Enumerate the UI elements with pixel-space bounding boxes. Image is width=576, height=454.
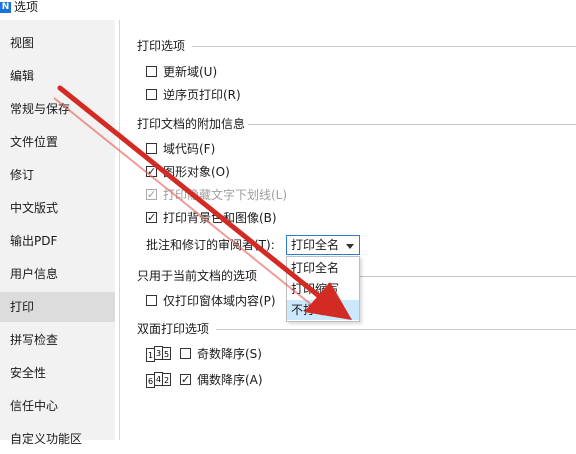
group-divider bbox=[360, 276, 576, 277]
even-descending-checkbox[interactable] bbox=[180, 371, 191, 389]
sidebar-item-trust-center[interactable]: 信任中心 bbox=[0, 391, 115, 421]
app-icon: N bbox=[0, 2, 11, 13]
drawing-objects-checkbox[interactable] bbox=[146, 163, 157, 181]
window-title: 选项 bbox=[14, 0, 39, 14]
dropdown-option-full-name[interactable]: 打印全名 bbox=[287, 258, 359, 278]
reviewer-select-value: 打印全名 bbox=[291, 238, 340, 252]
sidebar-item-spell-check[interactable]: 拼写检查 bbox=[0, 325, 115, 355]
group-title-duplex: 双面打印选项 bbox=[137, 322, 210, 336]
svg-text:3: 3 bbox=[156, 349, 161, 358]
svg-text:6: 6 bbox=[148, 377, 153, 386]
group-title-print-options: 打印选项 bbox=[137, 39, 186, 53]
dropdown-option-no-print[interactable]: 不打印 bbox=[287, 300, 359, 320]
reviewer-dropdown-list: 打印全名 打印缩写 不打印 bbox=[286, 256, 360, 322]
print-settings-panel: 打印选项 更新域(U) 逆序页打印(R) 打印文档的附加信息 域代码(F) 图形… bbox=[120, 20, 576, 440]
reverse-order-checkbox[interactable] bbox=[146, 89, 157, 100]
drawing-objects-label: 图形对象(O) bbox=[163, 165, 230, 179]
sidebar-item-view[interactable]: 视图 bbox=[0, 28, 115, 58]
sidebar-item-print[interactable]: 打印 bbox=[0, 292, 115, 322]
form-data-only-checkbox[interactable] bbox=[146, 295, 157, 306]
dropdown-option-initials[interactable]: 打印缩写 bbox=[287, 279, 359, 299]
reverse-order-label: 逆序页打印(R) bbox=[163, 88, 241, 102]
sidebar: 视图 编辑 常规与保存 文件位置 修订 中文版式 输出PDF 用户信息 打印 拼… bbox=[0, 20, 115, 446]
group-divider bbox=[248, 124, 576, 125]
reviewer-select[interactable]: 打印全名 bbox=[286, 235, 360, 255]
svg-text:4: 4 bbox=[156, 375, 161, 384]
sidebar-item-chinese-layout[interactable]: 中文版式 bbox=[0, 193, 115, 223]
hidden-text-underline-checkbox bbox=[146, 186, 157, 204]
group-title-doc-info: 打印文档的附加信息 bbox=[137, 117, 246, 131]
form-data-only-label: 仅打印窗体域内容(P) bbox=[163, 294, 276, 308]
update-fields-label: 更新域(U) bbox=[163, 65, 218, 79]
odd-descending-checkbox[interactable] bbox=[180, 348, 191, 359]
sidebar-item-general-save[interactable]: 常规与保存 bbox=[0, 94, 115, 124]
svg-text:5: 5 bbox=[164, 350, 169, 359]
print-background-checkbox[interactable] bbox=[146, 209, 157, 227]
title-bar: N 选项 bbox=[0, 0, 576, 18]
odd-pages-icon: 1 3 5 bbox=[146, 346, 172, 362]
print-background-label: 打印背景色和图像(B) bbox=[163, 211, 277, 225]
sidebar-item-edit[interactable]: 编辑 bbox=[0, 61, 115, 91]
even-descending-label: 偶数降序(A) bbox=[197, 373, 263, 387]
sidebar-item-output-pdf[interactable]: 输出PDF bbox=[0, 226, 115, 256]
group-divider bbox=[192, 46, 576, 47]
even-pages-icon: 6 4 2 bbox=[146, 372, 172, 388]
sidebar-item-revision[interactable]: 修订 bbox=[0, 160, 115, 190]
update-fields-checkbox[interactable] bbox=[146, 66, 157, 77]
odd-descending-label: 奇数降序(S) bbox=[197, 347, 262, 361]
sidebar-item-user-info[interactable]: 用户信息 bbox=[0, 259, 115, 289]
sidebar-item-file-location[interactable]: 文件位置 bbox=[0, 127, 115, 157]
svg-text:1: 1 bbox=[148, 351, 153, 360]
svg-text:2: 2 bbox=[164, 376, 169, 385]
group-divider bbox=[216, 329, 576, 330]
field-codes-label: 域代码(F) bbox=[163, 142, 216, 156]
reviewer-label: 批注和修订的审阅者(T): bbox=[146, 238, 275, 252]
sidebar-item-customize-ribbon[interactable]: 自定义功能区 bbox=[0, 424, 115, 454]
field-codes-checkbox[interactable] bbox=[146, 143, 157, 154]
sidebar-item-security[interactable]: 安全性 bbox=[0, 358, 115, 388]
group-title-current-doc: 只用于当前文档的选项 bbox=[137, 269, 258, 283]
hidden-text-underline-label: 打印隐藏文字下划线(L) bbox=[163, 188, 288, 202]
chevron-down-icon[interactable] bbox=[346, 244, 354, 249]
